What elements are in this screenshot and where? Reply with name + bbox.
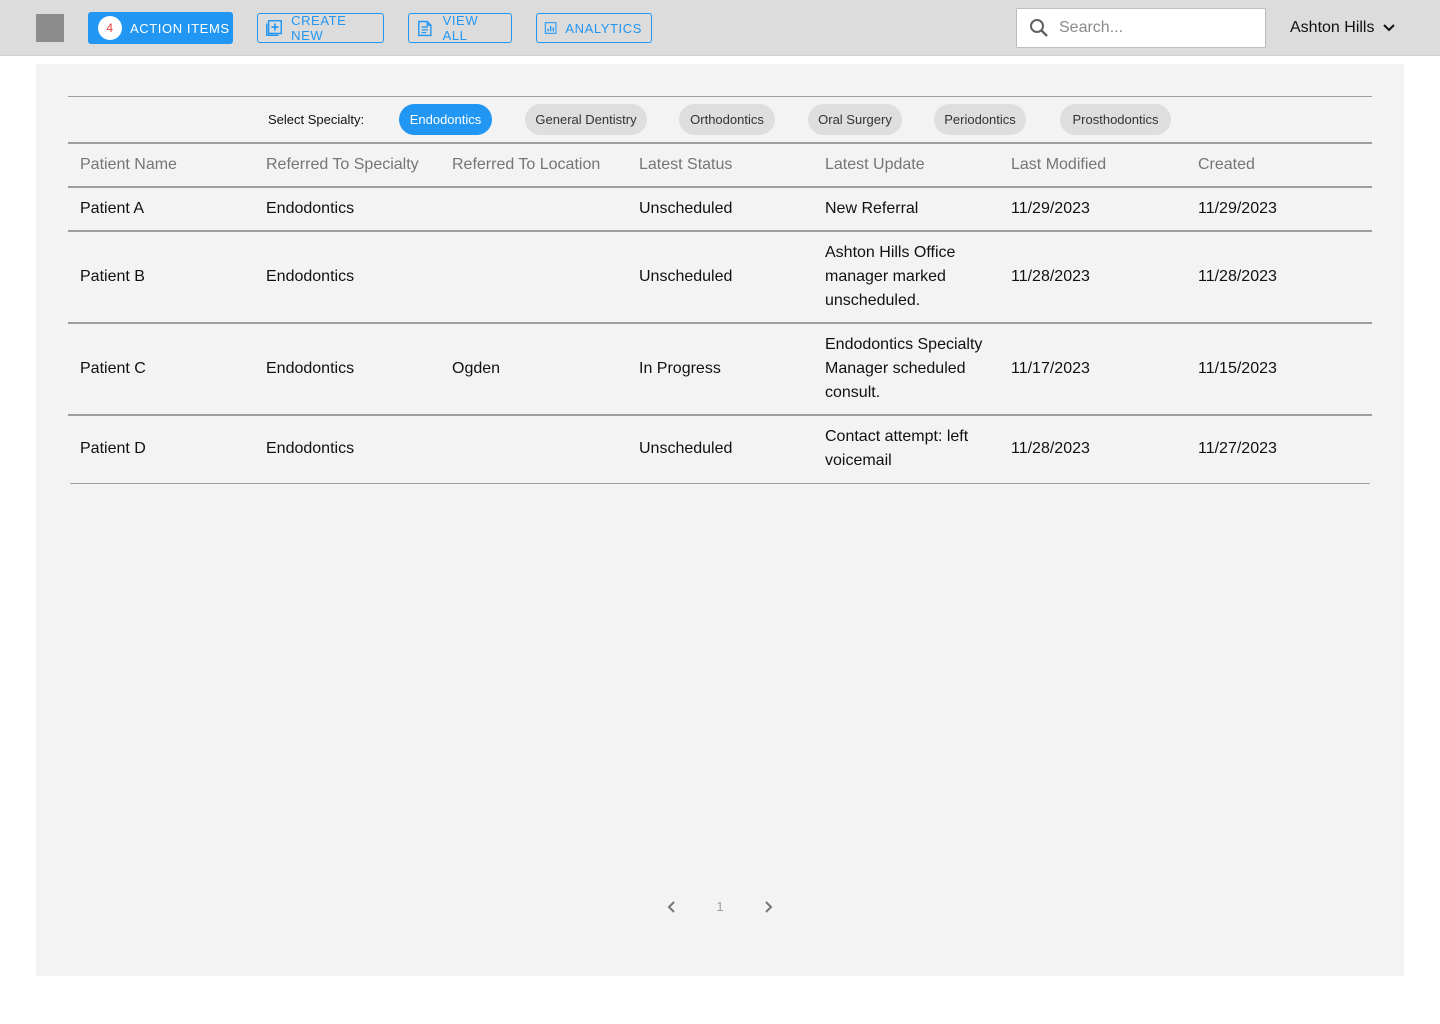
status-cell: Unscheduled bbox=[639, 440, 733, 457]
column-header-referred-to-specialty[interactable]: Referred To Specialty bbox=[266, 156, 419, 174]
view-all-button[interactable]: VIEW ALL bbox=[408, 13, 512, 43]
search-icon bbox=[1030, 19, 1048, 37]
created-cell: 11/15/2023 bbox=[1198, 360, 1277, 377]
pagination: 1 bbox=[656, 896, 784, 920]
specialty-cell: Endodontics bbox=[266, 360, 355, 377]
status-cell: Unscheduled bbox=[639, 200, 733, 217]
latest-update-cell: Contact attempt: left voicemail bbox=[825, 428, 969, 469]
specialty-cell: Endodontics bbox=[266, 268, 355, 285]
chip-general-dentistry[interactable]: General Dentistry bbox=[525, 104, 647, 135]
created-cell: 11/29/2023 bbox=[1198, 200, 1277, 217]
chip-endodontics[interactable]: Endodontics bbox=[399, 104, 492, 135]
patient-name-cell: Patient D bbox=[80, 440, 146, 457]
table-row[interactable]: Patient C Endodontics Ogden In Progress … bbox=[68, 324, 1372, 416]
chevron-right-icon[interactable] bbox=[762, 899, 774, 915]
column-header-latest-status[interactable]: Latest Status bbox=[639, 156, 732, 174]
action-items-label: ACTION ITEMS bbox=[130, 20, 230, 36]
latest-update-cell: Endodontics Specialty Manager scheduled … bbox=[825, 336, 983, 401]
action-items-count-badge: 4 bbox=[98, 16, 122, 40]
create-new-label: CREATE NEW bbox=[291, 13, 347, 43]
search-input[interactable] bbox=[1059, 19, 1249, 37]
chevron-down-icon bbox=[1383, 24, 1396, 32]
main-panel: Select Specialty: Endodontics General De… bbox=[36, 64, 1404, 976]
chip-oral-surgery[interactable]: Oral Surgery bbox=[808, 104, 902, 135]
chevron-left-icon[interactable] bbox=[666, 899, 678, 915]
column-header-referred-to-location[interactable]: Referred To Location bbox=[452, 156, 600, 174]
analytics-label: ANALYTICS bbox=[565, 20, 642, 36]
top-bar: 4 ACTION ITEMS CREATE NEW VIEW ALL ANALY… bbox=[0, 0, 1440, 56]
table-header: Patient Name Referred To Specialty Refer… bbox=[68, 144, 1372, 188]
created-cell: 11/27/2023 bbox=[1198, 440, 1277, 457]
specialty-cell: Endodontics bbox=[266, 440, 355, 457]
created-cell: 11/28/2023 bbox=[1198, 268, 1277, 285]
analytics-button[interactable]: ANALYTICS bbox=[536, 13, 652, 43]
chip-periodontics[interactable]: Periodontics bbox=[934, 104, 1026, 135]
column-header-patient-name[interactable]: Patient Name bbox=[80, 156, 177, 174]
specialty-cell: Endodontics bbox=[266, 200, 355, 217]
view-all-label: VIEW ALL bbox=[442, 13, 479, 43]
patient-name-cell: Patient A bbox=[80, 200, 145, 217]
status-cell: In Progress bbox=[639, 360, 721, 377]
patient-name-cell: Patient B bbox=[80, 268, 145, 285]
user-menu[interactable]: Ashton Hills bbox=[1290, 17, 1396, 39]
chip-prosthodontics[interactable]: Prosthodontics bbox=[1060, 104, 1171, 135]
patient-name-cell: Patient C bbox=[80, 360, 146, 377]
document-list-icon bbox=[418, 20, 432, 37]
column-header-latest-update[interactable]: Latest Update bbox=[825, 156, 925, 174]
column-header-last-modified[interactable]: Last Modified bbox=[1011, 156, 1106, 174]
action-items-button[interactable]: 4 ACTION ITEMS bbox=[88, 12, 233, 44]
page-number[interactable]: 1 bbox=[716, 899, 724, 914]
status-cell: Unscheduled bbox=[639, 268, 733, 285]
search-box[interactable] bbox=[1016, 8, 1266, 48]
last-modified-cell: 11/17/2023 bbox=[1011, 360, 1090, 377]
specialty-filter-label: Select Specialty: bbox=[268, 112, 365, 127]
last-modified-cell: 11/28/2023 bbox=[1011, 440, 1090, 457]
column-header-created[interactable]: Created bbox=[1198, 156, 1255, 174]
chip-orthodontics[interactable]: Orthodontics bbox=[679, 104, 775, 135]
user-name: Ashton Hills bbox=[1290, 19, 1375, 36]
table-row[interactable]: Patient D Endodontics Unscheduled Contac… bbox=[70, 416, 1370, 484]
location-cell: Ogden bbox=[452, 360, 501, 377]
table-row[interactable]: Patient A Endodontics Unscheduled New Re… bbox=[68, 188, 1372, 232]
create-new-button[interactable]: CREATE NEW bbox=[257, 13, 384, 43]
menu-square-icon[interactable] bbox=[36, 14, 64, 42]
table-row[interactable]: Patient B Endodontics Unscheduled Ashton… bbox=[68, 232, 1372, 324]
last-modified-cell: 11/28/2023 bbox=[1011, 268, 1090, 285]
bar-chart-icon bbox=[544, 22, 557, 34]
latest-update-cell: New Referral bbox=[825, 200, 919, 217]
last-modified-cell: 11/29/2023 bbox=[1011, 200, 1090, 217]
latest-update-cell: Ashton Hills Office manager marked unsch… bbox=[825, 244, 956, 309]
add-box-icon bbox=[266, 20, 282, 36]
specialty-filter-row: Select Specialty: Endodontics General De… bbox=[68, 96, 1372, 144]
